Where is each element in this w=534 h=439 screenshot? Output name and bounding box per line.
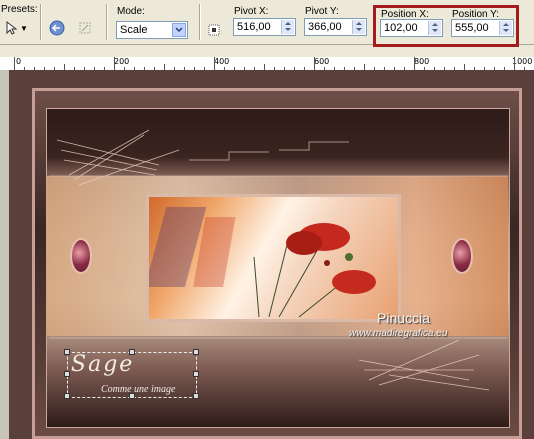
chevron-down-icon[interactable]	[172, 23, 186, 37]
left-medallion	[70, 238, 92, 274]
pointer-arrow-icon	[6, 20, 18, 35]
pivot-y-value: 366,00	[308, 21, 342, 33]
pivot-button[interactable]	[205, 21, 223, 39]
pivot-x-value: 516,00	[237, 21, 271, 33]
ruler-tick	[114, 57, 115, 70]
poppy-image	[146, 194, 401, 322]
position-highlight-box	[373, 5, 519, 47]
ruler-label: 200	[114, 57, 130, 66]
signature-subtitle: Comme une image	[101, 384, 176, 395]
reset-button[interactable]	[48, 19, 66, 37]
pivot-y-label: Pivot Y:	[305, 6, 339, 17]
pivot-x-spinner[interactable]	[281, 20, 294, 34]
ruler-tick	[314, 57, 315, 70]
horizontal-ruler: 0 200 400 600 800 1000	[0, 57, 534, 71]
mode-label: Mode:	[117, 6, 145, 17]
apply-button[interactable]	[76, 19, 94, 37]
watermark-name: Pinuccia	[377, 310, 430, 326]
pivot-y-spinner[interactable]	[352, 20, 365, 34]
ruler-tick	[214, 57, 215, 70]
toolbar-divider	[199, 4, 201, 40]
resize-handle[interactable]	[193, 349, 199, 355]
reset-icon	[49, 20, 65, 36]
ruler-tick	[514, 57, 515, 70]
toolbar-divider	[106, 4, 108, 40]
pivot-y-field[interactable]: 366,00	[304, 18, 367, 36]
resize-handle[interactable]	[64, 349, 70, 355]
right-medallion	[451, 238, 473, 274]
pivot-x-field[interactable]: 516,00	[233, 18, 296, 36]
mode-select[interactable]: Scale	[116, 21, 188, 39]
presets-dropdown-button[interactable]	[3, 19, 21, 37]
resize-handle[interactable]	[64, 393, 70, 399]
resize-handle[interactable]	[193, 371, 199, 377]
ruler-label: 800	[414, 57, 430, 66]
signature-title: Sage	[71, 352, 135, 377]
poppy-flowers-illustration	[149, 207, 376, 318]
toolbar-divider	[40, 4, 42, 40]
ruler-label: 1000	[512, 57, 533, 66]
watermark-website: www.madiregrafica.eu	[349, 328, 448, 339]
pivot-target-icon	[208, 24, 220, 36]
pivot-x-label: Pivot X:	[234, 6, 269, 17]
ruler-label: 400	[214, 57, 230, 66]
presets-label: Presets:	[1, 4, 38, 15]
presets-chevron-down-icon[interactable]: ▼	[20, 24, 28, 33]
deform-apply-icon	[79, 22, 91, 34]
resize-handle[interactable]	[64, 371, 70, 377]
ruler-label: 0	[16, 57, 22, 66]
ruler-tick	[14, 57, 15, 70]
ruler-tick	[414, 57, 415, 70]
vertical-ruler	[0, 70, 9, 439]
image-canvas[interactable]: Pinuccia www.madiregrafica.eu Sage Comme…	[9, 70, 534, 439]
mode-select-value: Scale	[120, 24, 148, 36]
ruler-label: 600	[314, 57, 330, 66]
resize-handle[interactable]	[193, 393, 199, 399]
